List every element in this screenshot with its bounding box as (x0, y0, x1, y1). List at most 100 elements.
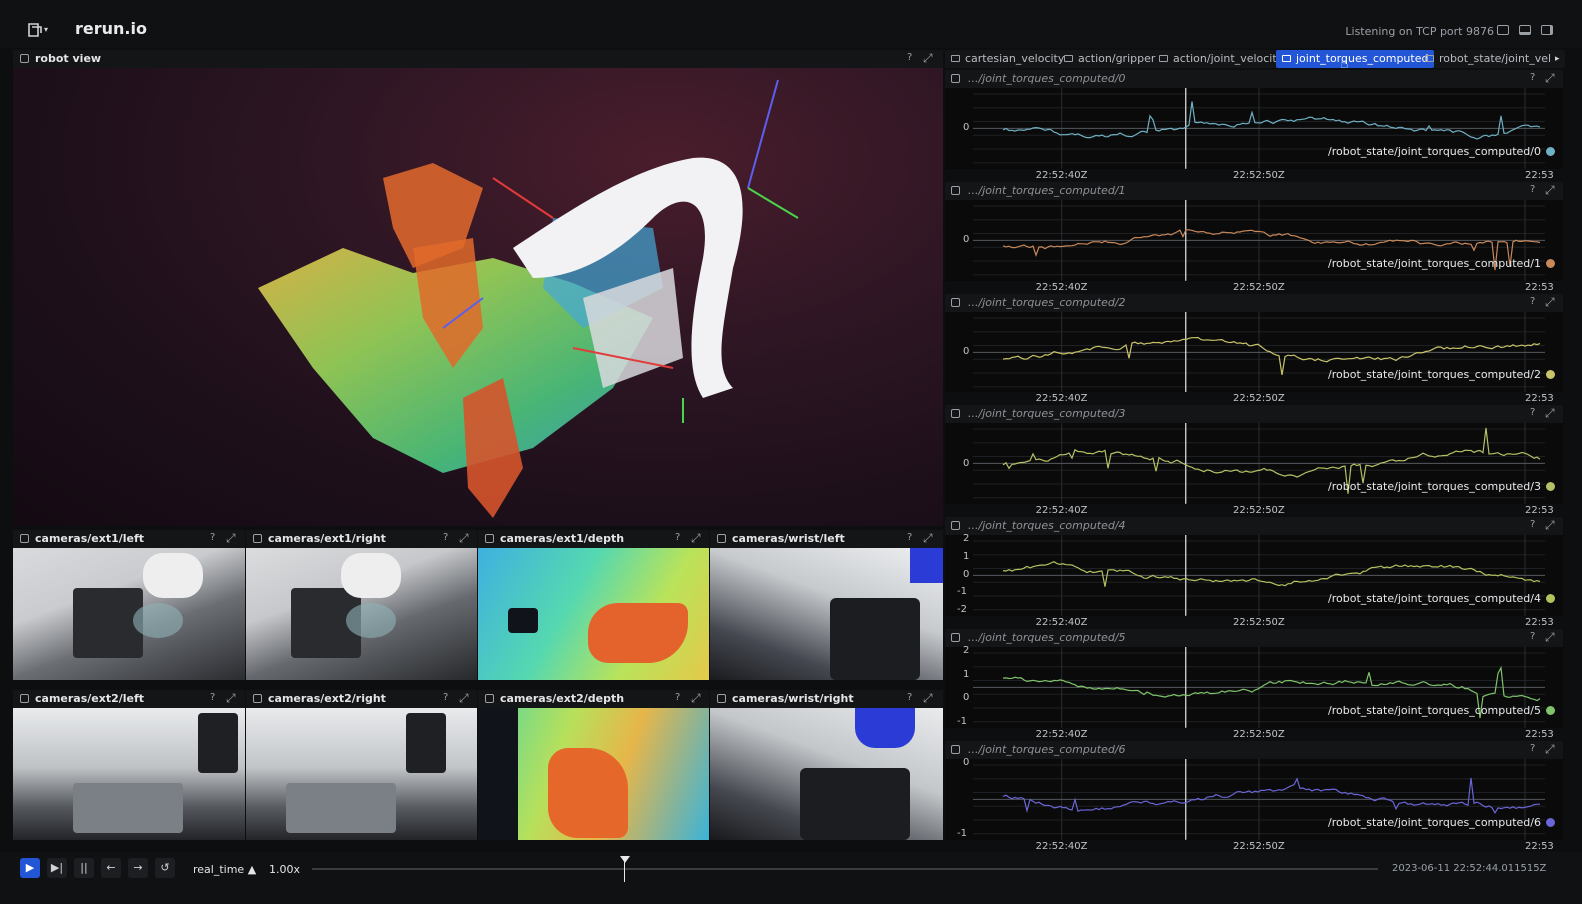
toggle-left-panel-icon[interactable] (1497, 25, 1509, 35)
camera-image-ext1-right[interactable] (246, 548, 477, 680)
tab-action-joint-velocity[interactable]: action/joint_velocity (1159, 50, 1283, 68)
toggle-right-panel-icon[interactable] (1541, 25, 1553, 35)
maximize-icon[interactable]: ⤢ (923, 51, 933, 66)
maximize-icon[interactable]: ⤢ (1545, 183, 1555, 198)
series-legend[interactable]: /robot_state/joint_torques_computed/5 (1328, 704, 1555, 717)
help-icon[interactable]: ? (907, 692, 912, 703)
image-view-icon (717, 694, 726, 703)
timeseries-panel[interactable]: .../joint_torques_computed/3? ⤢ 0 22:52:40Z… (945, 405, 1563, 516)
help-icon[interactable]: ? (907, 532, 912, 543)
rerun-logo-icon[interactable] (26, 21, 44, 39)
help-icon[interactable]: ? (1530, 631, 1535, 642)
maximize-icon[interactable]: ⤢ (459, 691, 469, 706)
plot-title-bar: .../joint_torques_computed/0 (945, 70, 1563, 88)
x-tick-label: 22:53 (1524, 169, 1554, 181)
maximize-icon[interactable]: ⤢ (691, 691, 701, 706)
help-icon[interactable]: ? (675, 532, 680, 543)
help-icon[interactable]: ? (675, 692, 680, 703)
timeseries-icon (951, 297, 960, 307)
tab-cartesian-velocity[interactable]: cartesian_velocity (951, 50, 1064, 68)
maximize-icon[interactable]: ⤢ (226, 531, 236, 546)
legend-label: /robot_state/joint_torques_computed/5 (1328, 703, 1541, 717)
maximize-icon[interactable]: ⤢ (1545, 295, 1555, 310)
maximize-icon[interactable]: ⤢ (923, 531, 933, 546)
logo-menu-chevron-icon[interactable]: ▾ (44, 25, 48, 34)
timeseries-panel[interactable]: .../joint_torques_computed/0? ⤢ 0 22:52:40Z… (945, 70, 1563, 181)
timeseries-panel[interactable]: .../joint_torques_computed/5? ⤢ 2 1 0 -1 22:52… (945, 629, 1563, 740)
x-tick-label: 22:53 (1524, 281, 1554, 293)
timeline-selector[interactable]: real_time ▲ (193, 863, 256, 876)
camera-image-ext1-left[interactable] (13, 548, 245, 680)
robot-3d-view[interactable] (13, 68, 943, 526)
pause-button[interactable]: || (74, 858, 94, 878)
series-legend[interactable]: /robot_state/joint_torques_computed/0 (1328, 145, 1555, 158)
tab-action-gripper[interactable]: action/gripper (1064, 50, 1155, 68)
tcp-status-text: Listening on TCP port 9876 (1345, 25, 1494, 38)
image-view-icon (20, 534, 29, 543)
timeseries-panel[interactable]: .../joint_torques_computed/6? ⤢ 0 -1 22:52:4… (945, 740, 1563, 852)
x-tick-label: 22:53 (1524, 840, 1554, 852)
tab-scroll-right-icon[interactable]: ▸ (1555, 50, 1560, 68)
camera-image-ext2-depth[interactable] (478, 708, 709, 840)
help-icon[interactable]: ? (1530, 72, 1535, 83)
help-icon[interactable]: ? (443, 692, 448, 703)
x-tick-label: 22:52:50Z (1233, 281, 1285, 293)
x-tick-label: 22:52:40Z (1035, 505, 1088, 517)
toggle-bottom-panel-icon[interactable] (1519, 25, 1531, 35)
top-bar (0, 0, 1582, 48)
step-forward-arrow-button[interactable]: → (128, 858, 148, 878)
series-legend[interactable]: /robot_state/joint_torques_computed/2 (1328, 368, 1555, 381)
maximize-icon[interactable]: ⤢ (226, 691, 236, 706)
camera-image-wrist-left[interactable] (710, 548, 943, 680)
playback-speed[interactable]: 1.00x (269, 863, 300, 876)
maximize-icon[interactable]: ⤢ (1545, 406, 1555, 421)
y-tick-label: 2 (963, 533, 970, 545)
maximize-icon[interactable]: ⤢ (923, 691, 933, 706)
x-tick-label: 22:52:40Z (1035, 393, 1088, 405)
maximize-icon[interactable]: ⤢ (1545, 71, 1555, 86)
time-scrubber-track[interactable] (312, 868, 1378, 870)
help-icon[interactable]: ? (1530, 743, 1535, 754)
maximize-icon[interactable]: ⤢ (691, 531, 701, 546)
help-icon[interactable]: ? (1530, 184, 1535, 195)
series-legend[interactable]: /robot_state/joint_torques_computed/4 (1328, 592, 1555, 605)
camera-image-ext2-right[interactable] (246, 708, 477, 840)
x-tick-label: 22:52:40Z (1035, 728, 1088, 740)
timeseries-panel[interactable]: .../joint_torques_computed/2? ⤢ 0 22:52:40Z… (945, 293, 1563, 405)
step-back-button[interactable]: ← (101, 858, 121, 878)
help-icon[interactable]: ? (443, 532, 448, 543)
timeseries-panel[interactable]: .../joint_torques_computed/4? ⤢ 2 1 0 -1 -2 22:… (945, 517, 1563, 628)
camera-image-ext1-depth[interactable] (478, 548, 709, 680)
series-legend[interactable]: /robot_state/joint_torques_computed/1 (1328, 257, 1555, 270)
play-button[interactable]: ▶ (20, 858, 40, 878)
timeseries-icon (1425, 55, 1434, 62)
help-icon[interactable]: ? (907, 52, 912, 63)
camera-image-ext2-left[interactable] (13, 708, 245, 840)
series-legend[interactable]: /robot_state/joint_torques_computed/6 (1328, 816, 1555, 829)
series-legend[interactable]: /robot_state/joint_torques_computed/3 (1328, 480, 1555, 493)
x-tick-label: 22:52:50Z (1233, 505, 1285, 517)
image-view-icon (485, 534, 494, 543)
timeseries-panel[interactable]: .../joint_torques_computed/1? ⤢ 0 22:52:40Z… (945, 181, 1563, 293)
help-icon[interactable]: ? (1530, 407, 1535, 418)
maximize-icon[interactable]: ⤢ (1545, 518, 1555, 533)
spatial-view-icon (20, 54, 29, 63)
tab-joint-torques-computed[interactable]: joint_torques_computed (1276, 50, 1435, 68)
y-tick-label: 0 (963, 122, 970, 134)
maximize-icon[interactable]: ⤢ (1545, 630, 1555, 645)
help-icon[interactable]: ? (1530, 519, 1535, 530)
maximize-icon[interactable]: ⤢ (459, 531, 469, 546)
step-forward-button[interactable]: ▶| (47, 858, 67, 878)
help-icon[interactable]: ? (1530, 296, 1535, 307)
help-icon[interactable]: ? (210, 532, 215, 543)
legend-color-swatch (1546, 258, 1555, 268)
loop-button[interactable]: ↺ (155, 858, 175, 878)
tab-robot-state-joint-velocity[interactable]: robot_state/joint_vel (1425, 50, 1553, 68)
time-cursor-handle-icon[interactable] (620, 856, 630, 863)
plot-title-bar: .../joint_torques_computed/2 (945, 293, 1563, 312)
legend-label: /robot_state/joint_torques_computed/1 (1328, 256, 1541, 270)
help-icon[interactable]: ? (210, 692, 215, 703)
camera-image-wrist-right[interactable] (710, 708, 943, 840)
maximize-icon[interactable]: ⤢ (1545, 742, 1555, 757)
tab-label: robot_state/joint_vel (1439, 52, 1552, 65)
